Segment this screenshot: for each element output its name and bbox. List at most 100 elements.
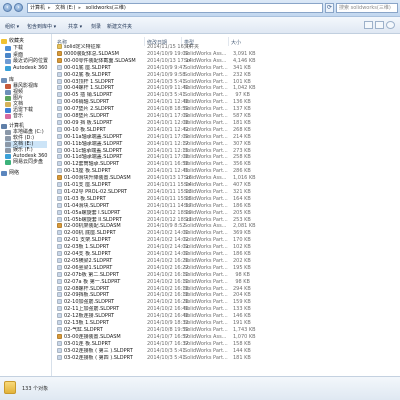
file-type: SolidWorks Part... — [184, 154, 228, 161]
help-icon[interactable] — [386, 21, 395, 29]
file-row[interactable]: 00-04螺杆 1.SLDPRT 2014/10/9 11:40 SolidWork… — [57, 85, 293, 91]
file-row[interactable]: 02-10加强筋.SLDPRT 2014/10/2 16:26 SolidWorks… — [57, 299, 293, 305]
file-row[interactable]: 03-01连 板.SLDPRT 2014/10/7 16:37 SolidWorks… — [57, 340, 293, 347]
part-file-icon — [57, 168, 62, 174]
breadcrumb-drive[interactable]: 文档 (E:) — [55, 5, 75, 11]
breadcrumb-computer[interactable]: 计算机 — [30, 5, 45, 11]
file-name: 01-01支 座.SLDPRT — [64, 182, 111, 188]
file-row[interactable]: 00-01底 座.SLDPRT 2014/10/9 9:47 SolidWorks … — [57, 64, 293, 71]
file-name: 02-11上加强筋.SLDPRT — [64, 306, 120, 313]
part-file-icon — [57, 126, 62, 132]
file-size: 286 KB — [233, 168, 251, 175]
assembly-file-icon — [57, 57, 62, 63]
file-row[interactable]: 01-04滑块.SLDPRT 2014/10/11 14:57 SolidWorks… — [57, 202, 293, 209]
file-row[interactable]: 02-01 支架.SLDPRT 2014/10/2 14:02 SolidWorks… — [57, 237, 293, 243]
sidebar-item[interactable]: 最近访问的位置 — [5, 58, 48, 65]
cloud-sync-icon — [5, 160, 11, 165]
view-options-icon[interactable] — [364, 21, 373, 29]
file-row[interactable]: 02-07a 板 第一.SLDPRT 2014/10/2 16:10 SolidWo… — [57, 278, 293, 285]
file-row[interactable]: 00-06销轴.SLDPRT 2014/10/1 12:48 SolidWorks … — [57, 99, 293, 105]
organize-button[interactable]: 组织 ▾ — [5, 23, 19, 30]
file-row[interactable]: 02-09挡板.SLDPRT 2014/10/2 16:18 SolidWorks … — [57, 292, 293, 298]
file-row[interactable]: 00-00零件装配体截面.SLDASM 2014/10/13 17:14 Solid… — [57, 57, 293, 64]
file-row[interactable]: 00-11d轴承端盖.SLDPRT 2014/10/1 17:08 SolidWor… — [57, 154, 293, 160]
file-row[interactable]: 00-08垫片.SLDPRT 2014/10/1 17:09 SolidWorks … — [57, 113, 293, 119]
file-row[interactable]: 03-02连接板 ( 第三 ).SLDPRT 2014/10/3 5:41 Soli… — [57, 347, 293, 354]
breadcrumb-folder[interactable]: solidworks(三维) — [86, 5, 126, 11]
file-row[interactable]: 00-07垫片 2.SLDPRT 2014/10/8 18:59 SolidWork… — [57, 106, 293, 112]
file-date: 2014/10/1 17:08 — [147, 154, 189, 161]
file-row[interactable]: 00-09 挡 板.SLDPRT 2014/10/1 12:08 SolidWork… — [57, 119, 293, 126]
file-row[interactable]: 02-13板 1.SLDPRT 2014/10/9 18:33 SolidWorks… — [57, 320, 293, 326]
file-row[interactable]: 02-11上加强筋.SLDPRT 2014/10/2 16:46 SolidWork… — [57, 306, 293, 312]
file-row[interactable]: 02-00机架装配.SLDASM 2014/10/9 8:52 SolidWorks… — [57, 223, 293, 229]
file-row[interactable]: 02-03板 1.SLDPRT 2014/10/2 14:01 SolidWorks… — [57, 244, 293, 250]
file-size: 97 KB — [235, 92, 250, 99]
file-size: 253 KB — [233, 216, 251, 223]
sidebar-item[interactable]: Autodesk 360 — [5, 65, 48, 72]
preview-pane-icon[interactable] — [375, 21, 384, 29]
file-type: SolidWorks Part... — [184, 92, 228, 99]
part-file-icon — [57, 188, 62, 194]
sidebar-item[interactable]: 音乐 — [5, 113, 23, 120]
file-type: SolidWorks Part... — [184, 119, 228, 126]
file-type: 文件夹 — [184, 44, 200, 50]
new-folder-button[interactable]: 新建文件夹 — [107, 23, 132, 30]
sidebar-item[interactable]: 网易云同步盘 — [5, 159, 43, 166]
file-row[interactable]: 02-12板连接.SLDPRT 2014/10/2 16:48 SolidWorks… — [57, 313, 293, 319]
file-row[interactable]: 02-05横梁2.SLDPRT 2014/10/2 16:26 SolidWorks… — [57, 257, 293, 264]
file-row[interactable]: 00-05 插 销.SLDPRT 2014/10/3 5:41 SolidWorks… — [57, 92, 293, 98]
file-name: 00-10 板.SLDPRT — [64, 126, 106, 133]
file-date: 2014/10/9 19:09 — [147, 50, 189, 57]
file-row[interactable]: 00-02底 板.SLDPRT 2014/10/9 9:58 SolidWorks … — [57, 71, 293, 78]
file-row[interactable]: 02-08螺杆.SLDPRT 2014/10/2 16:18 SolidWorks … — [57, 285, 293, 292]
file-row[interactable]: 03-00连接装置.SLDASM 2014/10/7 16:57 SolidWork… — [57, 333, 293, 340]
file-row[interactable]: 01-00滑块升降装置.SLDASM 2014/10/13 17:16 SolidW… — [57, 175, 293, 181]
file-row[interactable]: 01-05a螺旋套 I.SLDPRT 2014/10/12 18:09 SolidW… — [57, 209, 293, 216]
part-file-icon — [57, 347, 62, 353]
file-row[interactable]: 01-03 板.SLDPRT 2014/10/11 15:05 SolidWorks… — [57, 195, 293, 202]
file-date: 2014/10/3 5:41 — [147, 347, 186, 354]
sidebar-item[interactable]: 下载 — [5, 45, 23, 52]
file-row[interactable]: 00-03顶杆 1.SLDPRT 2014/10/3 5:41 SolidWorks… — [57, 78, 293, 85]
file-row[interactable]: 02-00机 底座.SLDPRT 2014/10/2 14:00 SolidWork… — [57, 230, 293, 236]
sidebar-item[interactable]: 网络 — [1, 170, 19, 177]
part-file-icon — [57, 271, 62, 277]
file-row[interactable]: 00-11a轴承端盖.SLDPRT 2014/10/1 17:09 SolidWor… — [57, 133, 293, 140]
file-row[interactable]: 02-气缸.SLDPRT 2014/10/8 19:59 SolidWorks Pa… — [57, 326, 293, 333]
refresh-icon[interactable]: ⟳ — [325, 3, 334, 13]
file-row[interactable]: 01-05b螺旋套 II.SLDPRT 2014/10/12 18:11 Solid… — [57, 216, 293, 223]
file-name: 02-00机架装配.SLDASM — [64, 223, 121, 230]
file-type: SolidWorks Part... — [184, 133, 228, 140]
file-row[interactable]: solid定义特征库 2014/11/15 16:44 文件夹 — [57, 44, 293, 50]
file-type: SolidWorks Ass... — [184, 223, 227, 230]
forward-arrow-icon[interactable]: › — [14, 3, 23, 12]
file-name: 01-02导 PROL-02.SLDPRT — [64, 188, 127, 195]
address-bar[interactable]: 计算机 ▸ 文档 (E:) ▸ solidworks(三维) — [27, 3, 323, 13]
file-row[interactable]: 02-07b板 第二.SLDPRT 2014/10/2 16:10 SolidWor… — [57, 271, 293, 278]
file-row[interactable]: 02-06竖梁1.SLDPRT 2014/10/2 16:27 SolidWorks… — [57, 264, 293, 271]
file-row[interactable]: 00-11b轴承端盖.SLDPRT 2014/10/1 12:17 SolidWor… — [57, 140, 293, 147]
file-date: 2014/10/1 12:08 — [147, 119, 189, 126]
item-count: 133 个对象 — [22, 386, 49, 392]
file-row[interactable]: 00-11c轴承端盖.SLDPRT 2014/10/1 12:15 SolidWor… — [57, 147, 293, 154]
file-row[interactable]: 00-10 板.SLDPRT 2014/10/1 12:42 SolidWorks … — [57, 126, 293, 133]
include-in-library-button[interactable]: 包含到库中 ▾ — [27, 23, 56, 30]
file-row[interactable]: 01-01支 座.SLDPRT 2014/10/11 15:04 SolidWork… — [57, 182, 293, 188]
sidebar-item[interactable]: 收藏夹 — [1, 38, 24, 45]
file-date: 2014/10/3 5:41 — [147, 354, 186, 361]
share-button[interactable]: 共享 ▾ — [68, 23, 82, 30]
folder-icon — [4, 381, 16, 394]
file-row[interactable]: 02-04支 板.SLDPRT 2014/10/2 14:00 SolidWorks… — [57, 251, 293, 257]
file-row[interactable]: 03-02连接板 ( 第四 ).SLDPRT 2014/10/3 5:41 Soli… — [57, 354, 293, 361]
burn-button[interactable]: 刻录 — [91, 23, 101, 30]
file-date: 2014/10/2 14:01 — [147, 244, 189, 251]
file-row[interactable]: 01-02导 PROL-02.SLDPRT 2014/10/11 15:03 Sol… — [57, 188, 293, 195]
file-row[interactable]: 0000装配体总.SLDASM 2014/10/9 19:09 SolidWorks… — [57, 50, 293, 57]
search-input[interactable]: 搜索 solidworks(三维) — [336, 3, 398, 13]
file-row[interactable]: 00-13座 板.SLDPRT 2014/10/1 12:45 SolidWorks… — [57, 168, 293, 174]
file-type: SolidWorks Part... — [184, 271, 228, 278]
file-name: 00-13座 板.SLDPRT — [64, 168, 111, 175]
back-arrow-icon[interactable]: ‹ — [3, 3, 12, 12]
file-row[interactable]: 00-12套筒轴承.SLDPRT 2014/10/1 16:58 SolidWork… — [57, 161, 293, 167]
